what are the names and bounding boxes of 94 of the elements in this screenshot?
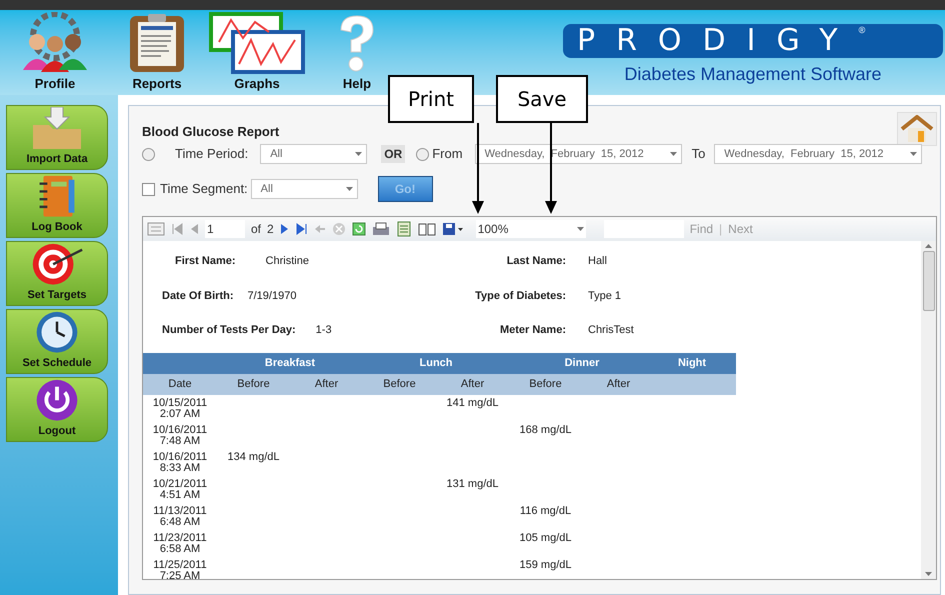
house-icon bbox=[900, 115, 934, 143]
print-icon[interactable] bbox=[372, 222, 390, 236]
date-cell-text: 10/21/2011 4:51 AM bbox=[152, 478, 208, 502]
date-cell-text: 11/13/2011 6:48 AM bbox=[152, 506, 208, 530]
time-period-label: Time Period: bbox=[175, 145, 248, 164]
of-label: of bbox=[251, 221, 262, 238]
caret-icon bbox=[355, 152, 362, 156]
field-value: ChrisTest bbox=[588, 323, 634, 338]
home-button[interactable] bbox=[897, 112, 937, 146]
to-label: To bbox=[692, 145, 706, 164]
reading-cell: 131 mg/dL bbox=[446, 478, 498, 490]
reading-cell: 116 mg/dL bbox=[520, 504, 572, 516]
reading-cell: 159 mg/dL bbox=[520, 558, 572, 570]
caret-icon bbox=[670, 152, 677, 156]
column-group-header: Breakfast bbox=[264, 356, 316, 371]
separator-text: | bbox=[719, 221, 722, 238]
sidebar-button[interactable]: Import Data bbox=[6, 105, 108, 170]
line-chart-icon bbox=[209, 12, 305, 74]
nav-item[interactable]: Reports bbox=[126, 12, 188, 95]
tagline: Diabetes Management Software bbox=[624, 63, 882, 86]
last-page-icon[interactable] bbox=[296, 223, 308, 235]
zoom-dropdown[interactable]: 100% bbox=[476, 220, 586, 238]
field-label: Meter Name: bbox=[498, 323, 566, 338]
nav-item[interactable]: Help bbox=[335, 12, 379, 95]
radio-button[interactable] bbox=[416, 148, 430, 160]
caret-icon bbox=[910, 152, 918, 156]
callout-label: Save bbox=[496, 75, 588, 123]
page-layout-icon[interactable] bbox=[396, 221, 412, 237]
field-value: 1-3 bbox=[316, 323, 332, 338]
column-header: Before bbox=[382, 376, 417, 392]
reading-cell: 168 mg/dL bbox=[520, 424, 572, 436]
caret-icon bbox=[576, 227, 584, 231]
document-map-icon[interactable] bbox=[147, 222, 165, 236]
from-label: From bbox=[432, 145, 463, 164]
page-setup-icon[interactable] bbox=[418, 222, 436, 236]
callout-label: Print bbox=[388, 75, 474, 123]
dropdown-field[interactable]: Wednesday, February 15, 2012 bbox=[714, 144, 922, 164]
caret-icon bbox=[346, 187, 353, 191]
page-count: 2 bbox=[267, 221, 274, 238]
brand-logo: PRODIGY® bbox=[563, 24, 943, 58]
power-icon bbox=[34, 378, 80, 422]
stop-icon[interactable] bbox=[332, 222, 346, 236]
dropdown-field[interactable]: All bbox=[260, 144, 368, 164]
column-header: Date bbox=[167, 376, 193, 392]
column-group-header: Night bbox=[676, 356, 708, 371]
field-value: Type 1 bbox=[588, 288, 622, 304]
refresh-icon[interactable] bbox=[352, 222, 366, 236]
back-arrow-icon[interactable] bbox=[314, 223, 326, 235]
reading-cell: 134 mg/dL bbox=[228, 450, 280, 462]
nav-item[interactable]: Profile bbox=[15, 12, 95, 95]
previous-page-icon[interactable] bbox=[189, 223, 199, 235]
field-value: 7/19/1970 bbox=[248, 288, 296, 304]
column-header: After bbox=[606, 376, 632, 392]
column-header: After bbox=[314, 376, 340, 392]
sidebar-button[interactable]: Set Schedule bbox=[6, 309, 108, 374]
field-label: Number of Tests Per Day: bbox=[162, 323, 296, 338]
scroll-thumb[interactable] bbox=[922, 251, 934, 311]
field-value: Christine bbox=[266, 254, 309, 269]
first-page-icon[interactable] bbox=[171, 223, 183, 235]
field-label: First Name: bbox=[175, 254, 236, 269]
column-header: Before bbox=[528, 376, 563, 392]
reading-cell: 105 mg/dL bbox=[520, 532, 572, 544]
field-label: Type of Diabetes: bbox=[474, 288, 566, 304]
sidebar-button[interactable]: Logout bbox=[6, 377, 108, 442]
field-label: Last Name: bbox=[506, 254, 566, 269]
radio-button[interactable] bbox=[142, 148, 155, 160]
clock-icon bbox=[34, 310, 80, 354]
nav-item[interactable]: Graphs bbox=[209, 12, 305, 95]
up-arrow-icon bbox=[925, 244, 932, 248]
page-number-field[interactable]: 1 bbox=[205, 220, 245, 238]
column-header: Before bbox=[236, 376, 271, 392]
next-page-icon[interactable] bbox=[280, 223, 290, 235]
date-cell-text: 10/16/2011 7:48 AM bbox=[152, 424, 208, 448]
time-segment-label: Time Segment: bbox=[160, 180, 248, 198]
sidebar-button[interactable]: Log Book bbox=[6, 173, 108, 238]
column-header: After bbox=[460, 376, 486, 392]
column-group-header: Lunch bbox=[418, 356, 454, 371]
column-group-header: Dinner bbox=[564, 356, 600, 371]
reading-cell: 141 mg/dL bbox=[446, 396, 498, 408]
date-cell-text: 10/16/2011 8:33 AM bbox=[152, 452, 208, 476]
checkbox[interactable] bbox=[142, 182, 155, 196]
date-cell-text: 11/23/2011 6:58 AM bbox=[152, 532, 208, 556]
field-label: Date Of Birth: bbox=[162, 288, 234, 304]
sidebar-button[interactable]: Set Targets bbox=[6, 241, 108, 306]
or-label: OR bbox=[381, 145, 406, 163]
dropdown-field[interactable]: All bbox=[250, 179, 358, 199]
scroll-bar[interactable] bbox=[921, 241, 936, 579]
report-title: Blood Glucose Report bbox=[142, 123, 280, 141]
caret-icon bbox=[925, 572, 932, 576]
date-cell-text: 10/15/2011 2:07 AM bbox=[152, 398, 208, 422]
save-icon[interactable] bbox=[442, 222, 464, 236]
field-value: Hall bbox=[588, 254, 607, 269]
date-cell-text: 11/25/2011 7:25 AM bbox=[152, 560, 208, 584]
dropdown-field[interactable]: Wednesday, February 15, 2012 bbox=[474, 144, 682, 164]
